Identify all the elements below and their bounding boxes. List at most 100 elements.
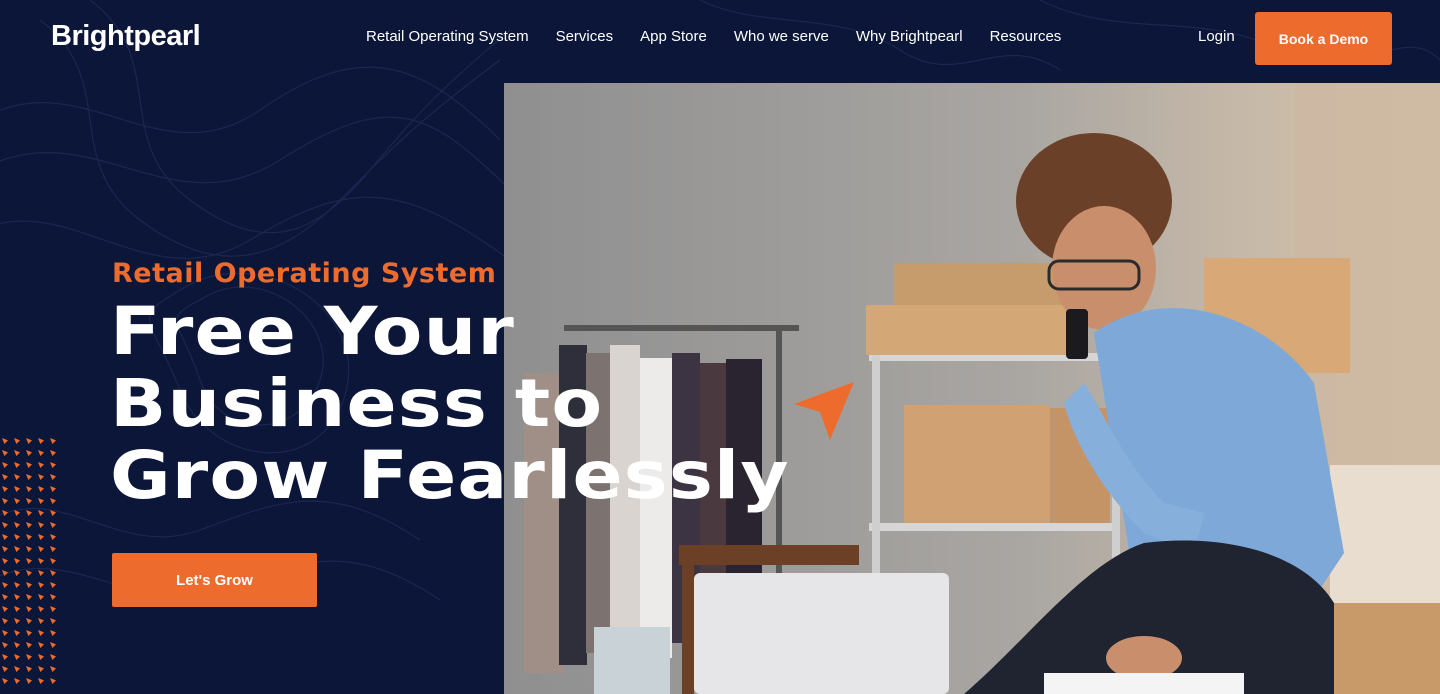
pattern-arrow [50, 450, 56, 456]
pattern-arrow [2, 594, 8, 600]
headline-line-3: Grow Fearlessly [110, 437, 790, 514]
pattern-arrow [2, 606, 8, 612]
pattern-arrow [2, 666, 8, 672]
nav-resources[interactable]: Resources [990, 28, 1062, 45]
hero-headline: Free Your Business to Grow Fearlessly [110, 296, 790, 512]
pattern-arrow [2, 438, 8, 444]
pattern-arrow [50, 606, 56, 612]
pattern-arrow [38, 498, 44, 504]
pattern-arrow [26, 534, 32, 540]
lets-grow-button[interactable]: Let's Grow [112, 553, 317, 607]
pattern-arrow [14, 642, 20, 648]
pattern-arrow [38, 546, 44, 552]
pattern-arrow [50, 462, 56, 468]
pattern-arrow [38, 558, 44, 564]
pattern-arrow [50, 510, 56, 516]
pattern-arrow [14, 462, 20, 468]
pattern-arrow [38, 666, 44, 672]
pattern-arrow [26, 558, 32, 564]
pattern-arrow [14, 558, 20, 564]
pattern-arrow [14, 678, 20, 684]
brightpearl-logo[interactable]: Brightpearl [51, 20, 201, 53]
pattern-arrow [50, 546, 56, 552]
pattern-arrow [50, 594, 56, 600]
pattern-arrow [14, 486, 20, 492]
pattern-arrow [50, 498, 56, 504]
pattern-arrow [38, 534, 44, 540]
pattern-arrow [14, 474, 20, 480]
pattern-arrow [2, 654, 8, 660]
pattern-arrow [26, 618, 32, 624]
login-link[interactable]: Login [1198, 28, 1235, 45]
pattern-arrow [38, 654, 44, 660]
nav-services[interactable]: Services [556, 28, 614, 45]
pattern-arrow [38, 678, 44, 684]
pattern-arrow [50, 654, 56, 660]
headline-line-1: Free Your [110, 293, 515, 370]
pattern-arrow [26, 606, 32, 612]
pattern-arrow [14, 606, 20, 612]
pattern-arrow [38, 606, 44, 612]
pattern-arrow [14, 630, 20, 636]
pattern-arrow [38, 486, 44, 492]
nav-app-store[interactable]: App Store [640, 28, 707, 45]
pattern-arrow [38, 438, 44, 444]
pattern-arrow [14, 438, 20, 444]
pattern-arrow [2, 534, 8, 540]
pattern-arrow [38, 630, 44, 636]
pattern-arrow [2, 498, 8, 504]
pattern-arrow [2, 570, 8, 576]
pattern-arrow [2, 582, 8, 588]
pointer-arrow-icon [794, 382, 854, 440]
pattern-arrow [2, 450, 8, 456]
pattern-arrow [26, 438, 32, 444]
pattern-arrow [26, 474, 32, 480]
hero-eyebrow: Retail Operating System [112, 258, 497, 289]
pattern-arrow [50, 618, 56, 624]
headline-line-2: Business to [110, 365, 604, 442]
pattern-arrow [26, 594, 32, 600]
pattern-arrow [50, 534, 56, 540]
arrow-dot-pattern [2, 438, 56, 684]
pattern-arrow [38, 474, 44, 480]
pattern-arrow [38, 462, 44, 468]
pattern-arrow [14, 546, 20, 552]
pattern-arrow [2, 522, 8, 528]
pattern-arrow [2, 474, 8, 480]
pattern-arrow [2, 618, 8, 624]
pattern-arrow [2, 486, 8, 492]
pattern-arrow [50, 642, 56, 648]
pattern-arrow [38, 642, 44, 648]
pattern-arrow [2, 630, 8, 636]
pattern-arrow [2, 462, 8, 468]
pattern-arrow [14, 534, 20, 540]
pattern-arrow [50, 678, 56, 684]
pattern-arrow [14, 522, 20, 528]
pattern-arrow [14, 582, 20, 588]
pattern-arrow [38, 510, 44, 516]
pattern-arrow [14, 594, 20, 600]
pattern-arrow [38, 522, 44, 528]
pattern-arrow [26, 654, 32, 660]
nav-why-brightpearl[interactable]: Why Brightpearl [856, 28, 963, 45]
pattern-arrow [50, 522, 56, 528]
pattern-arrow [38, 582, 44, 588]
pattern-arrow [2, 642, 8, 648]
pattern-arrow [26, 522, 32, 528]
pattern-arrow [2, 678, 8, 684]
pattern-arrow [2, 510, 8, 516]
pattern-arrow [14, 570, 20, 576]
pattern-arrow [50, 666, 56, 672]
pattern-arrow [50, 486, 56, 492]
pattern-arrow [26, 462, 32, 468]
pattern-arrow [26, 678, 32, 684]
pattern-arrow [38, 594, 44, 600]
nav-retail-operating-system[interactable]: Retail Operating System [366, 28, 529, 45]
pattern-arrow [26, 582, 32, 588]
site-header: Brightpearl Retail Operating System Serv… [0, 0, 1440, 83]
pattern-arrow [38, 450, 44, 456]
nav-who-we-serve[interactable]: Who we serve [734, 28, 829, 45]
book-demo-button[interactable]: Book a Demo [1255, 12, 1392, 65]
pattern-arrow [26, 666, 32, 672]
pattern-arrow [38, 570, 44, 576]
